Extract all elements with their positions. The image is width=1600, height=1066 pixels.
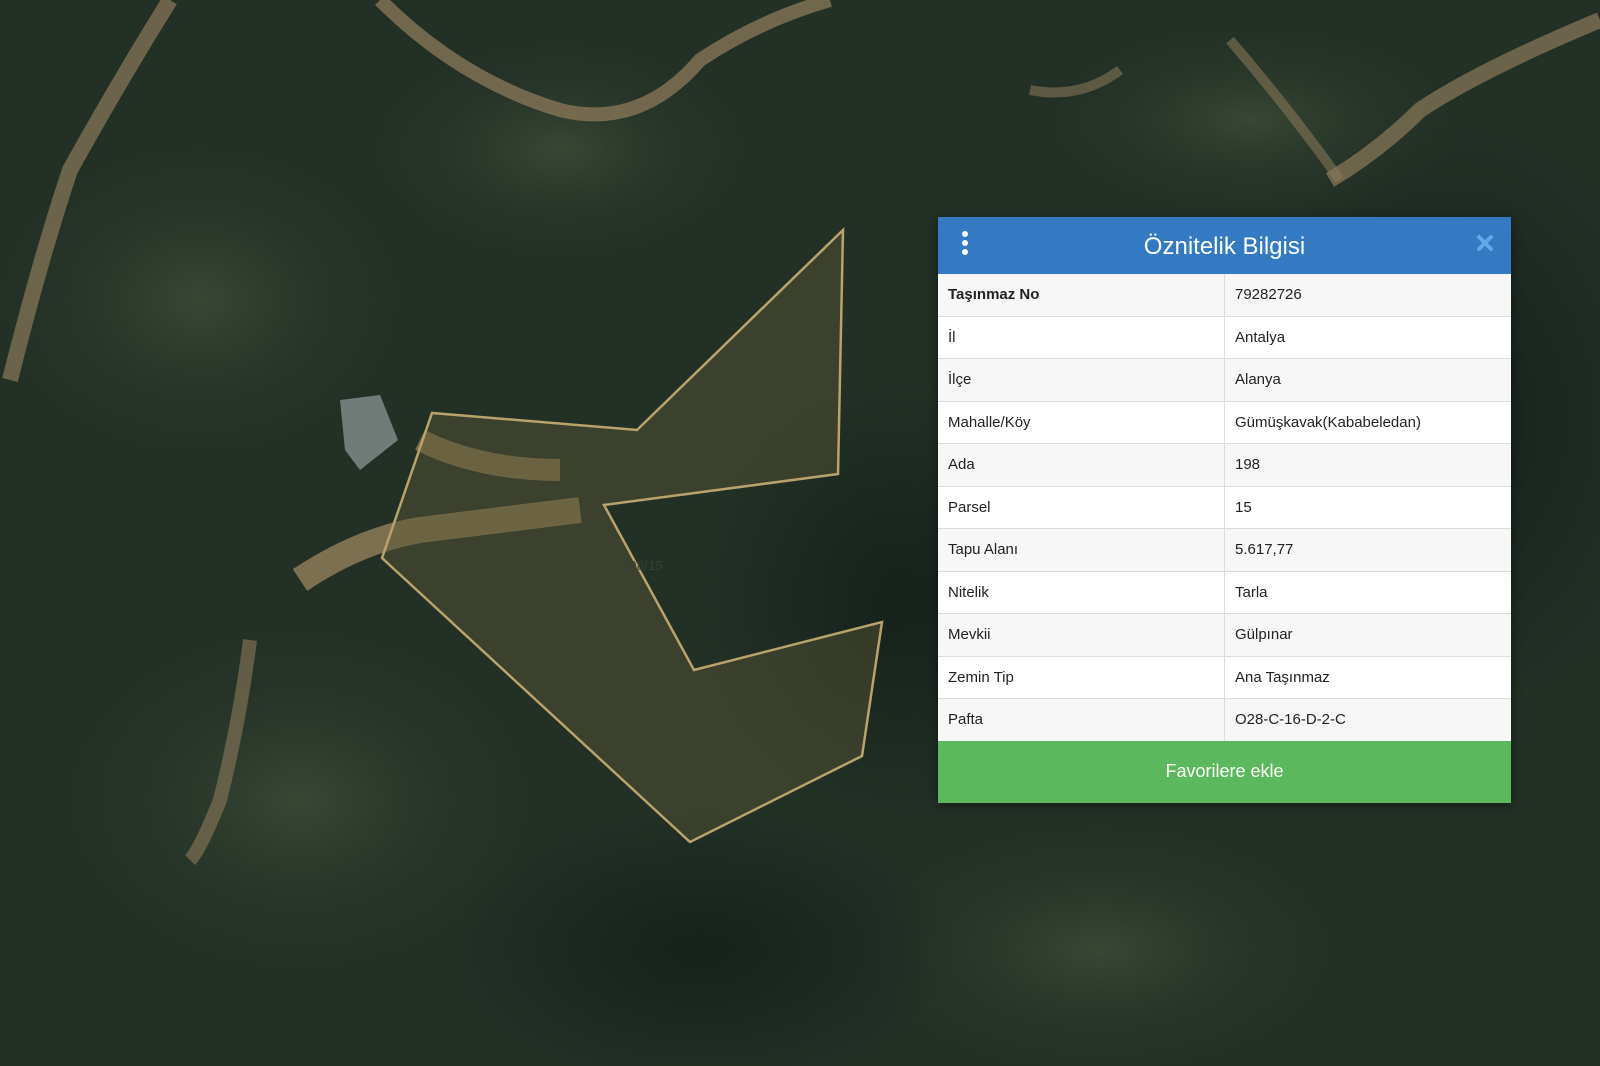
attribute-value: Gümüşkavak(Kababeledan)	[1224, 400, 1511, 444]
attribute-key: Tapu Alanı	[938, 528, 1225, 571]
table-row: Pafta O28-C-16-D-2-C	[938, 698, 1511, 741]
attribute-value: 79282726	[1224, 274, 1511, 316]
attribute-value: 198	[1224, 443, 1511, 486]
panel-header: Öznitelik Bilgisi	[938, 217, 1511, 274]
add-to-favorites-button[interactable]: Favorilere ekle	[938, 740, 1511, 803]
parcel-label: 198/15	[622, 558, 663, 573]
attribute-key: İlçe	[938, 358, 1225, 401]
attribute-key: Nitelik	[938, 570, 1225, 614]
table-row: Nitelik Tarla	[938, 570, 1511, 614]
attribute-table: Taşınmaz No 79282726 İl Antalya İlçe Ala…	[938, 274, 1511, 741]
table-row: Zemin Tip Ana Taşınmaz	[938, 655, 1511, 699]
table-row: Tapu Alanı 5.617,77	[938, 528, 1511, 571]
attribute-key: Parsel	[938, 485, 1225, 529]
attribute-info-panel: Öznitelik Bilgisi Taşınmaz No 79282726 İ…	[938, 217, 1511, 803]
table-row: Mahalle/Köy Gümüşkavak(Kababeledan)	[938, 400, 1511, 444]
table-row: Ada 198	[938, 443, 1511, 486]
attribute-value: O28-C-16-D-2-C	[1224, 698, 1511, 741]
attribute-value: Antalya	[1224, 315, 1511, 359]
close-icon[interactable]	[1473, 231, 1497, 255]
attribute-key: Pafta	[938, 698, 1225, 741]
attribute-key: Mevkii	[938, 613, 1225, 656]
attribute-value: Ana Taşınmaz	[1224, 655, 1511, 699]
table-row: Taşınmaz No 79282726	[938, 274, 1511, 316]
attribute-value: 5.617,77	[1224, 528, 1511, 571]
attribute-key: Ada	[938, 443, 1225, 486]
attribute-key: İl	[938, 315, 1225, 359]
attribute-key: Zemin Tip	[938, 655, 1225, 699]
attribute-value: Tarla	[1224, 570, 1511, 614]
table-row: Mevkii Gülpınar	[938, 613, 1511, 656]
attribute-value: Alanya	[1224, 358, 1511, 401]
attribute-key: Mahalle/Köy	[938, 400, 1225, 444]
attribute-value: Gülpınar	[1224, 613, 1511, 656]
table-row: İlçe Alanya	[938, 358, 1511, 401]
table-row: Parsel 15	[938, 485, 1511, 529]
attribute-key: Taşınmaz No	[938, 274, 1225, 316]
attribute-value: 15	[1224, 485, 1511, 529]
table-row: İl Antalya	[938, 315, 1511, 359]
panel-title: Öznitelik Bilgisi	[1143, 233, 1306, 260]
